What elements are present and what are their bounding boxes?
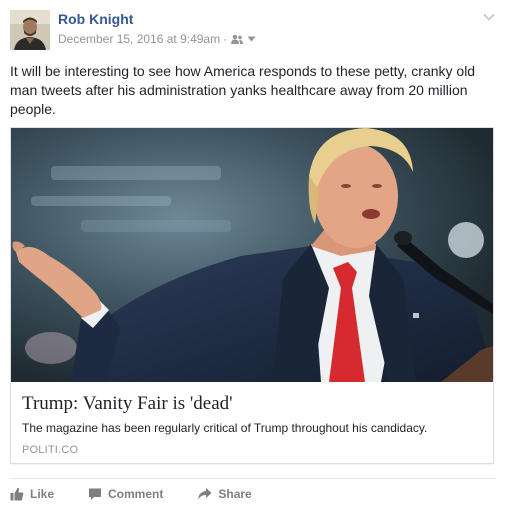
share-label: Share	[218, 487, 252, 501]
share-button[interactable]: Share	[197, 487, 252, 501]
meta-separator: ·	[223, 32, 228, 46]
like-button[interactable]: Like	[10, 487, 54, 501]
post-actions: Like Comment Share	[10, 478, 496, 508]
link-preview[interactable]: Trump: Vanity Fair is 'dead' The magazin…	[10, 127, 494, 464]
link-title[interactable]: Trump: Vanity Fair is 'dead'	[22, 393, 233, 415]
share-icon	[197, 487, 212, 501]
post-header: Rob Knight December 15, 2016 at 9:49am ·	[10, 10, 496, 50]
link-description: The magazine has been regularly critical…	[22, 421, 428, 435]
post-body: It will be interesting to see how Americ…	[10, 63, 476, 117]
post-timestamp[interactable]: December 15, 2016 at 9:49am	[58, 32, 220, 46]
link-domain: POLITI.CO	[22, 444, 79, 456]
feed-post: Rob Knight December 15, 2016 at 9:49am ·	[0, 0, 506, 508]
link-image[interactable]	[11, 128, 493, 382]
post-meta: December 15, 2016 at 9:49am ·	[58, 32, 256, 46]
avatar-photo	[10, 10, 50, 50]
link-photo	[11, 128, 493, 382]
comment-button[interactable]: Comment	[88, 487, 163, 501]
comment-label: Comment	[108, 487, 164, 501]
author-name[interactable]: Rob Knight	[58, 11, 133, 27]
chevron-down-icon[interactable]	[482, 10, 496, 24]
like-icon	[10, 487, 24, 501]
friends-icon[interactable]	[230, 34, 244, 45]
like-label: Like	[30, 487, 55, 501]
avatar[interactable]	[10, 10, 50, 50]
audience-caret-icon[interactable]	[247, 36, 256, 42]
comment-icon	[88, 487, 102, 501]
